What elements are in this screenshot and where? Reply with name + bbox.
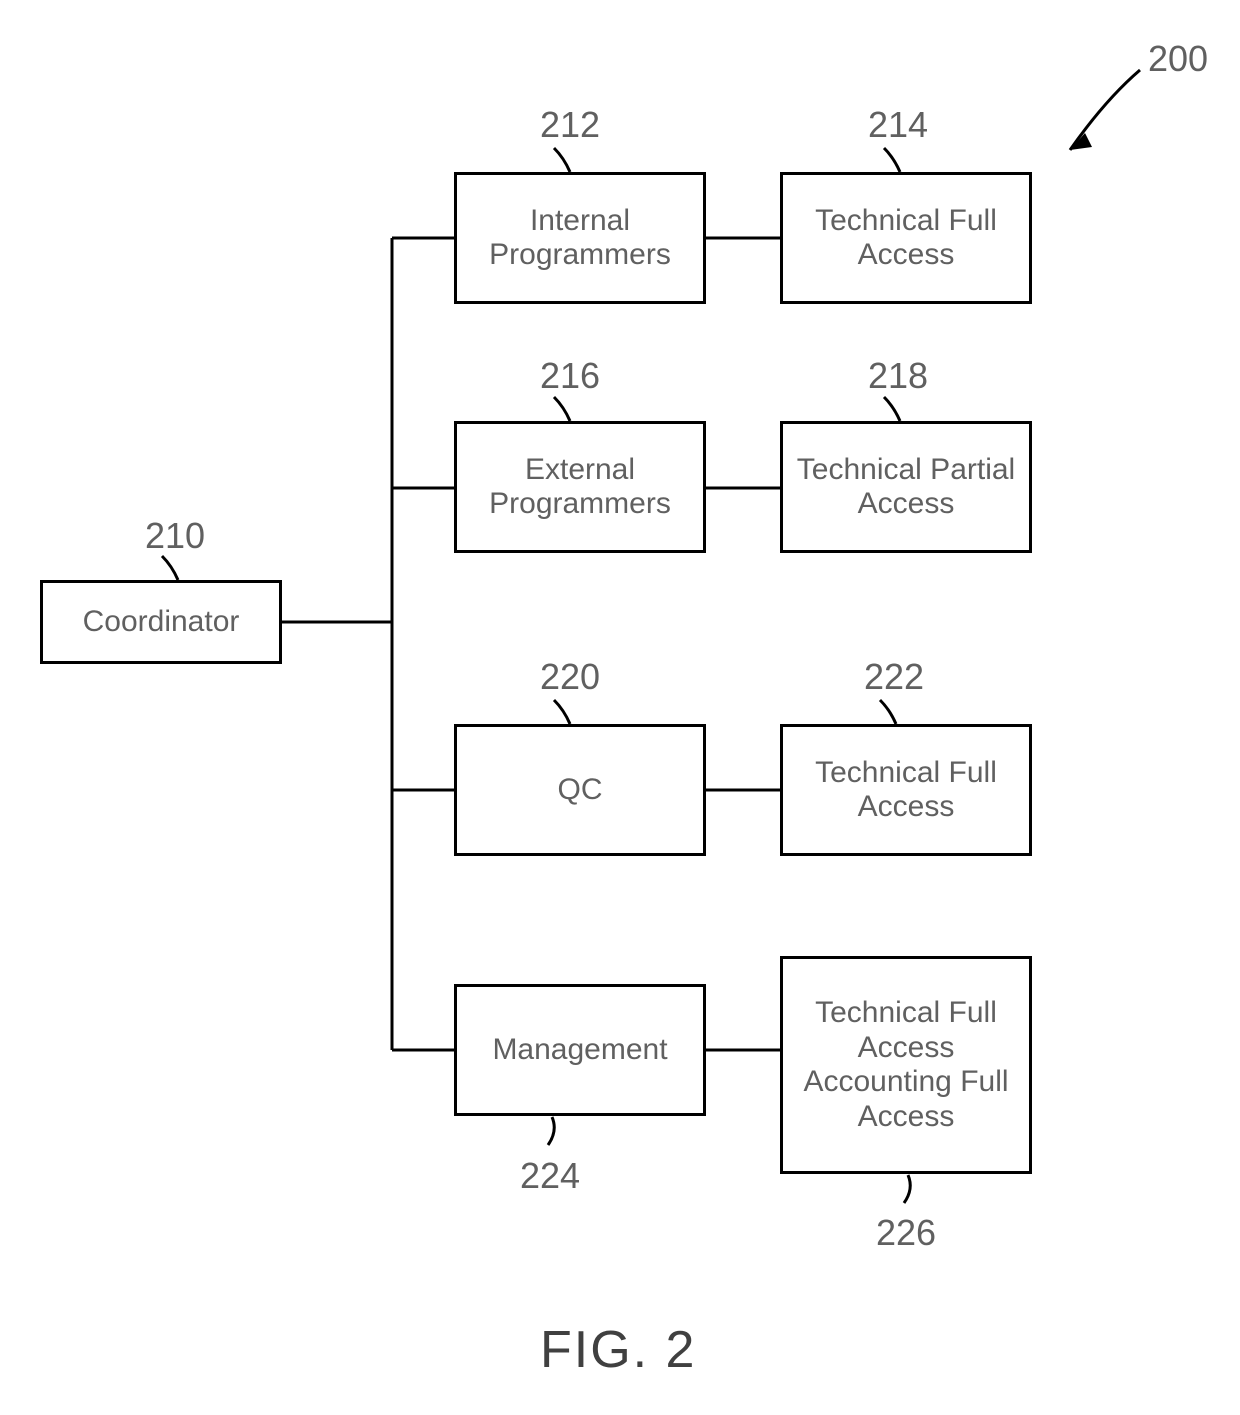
- box-management-access-text: Technical Full Access Accounting Full Ac…: [787, 996, 1025, 1134]
- box-internal-programmers-text: Internal Programmers: [461, 204, 699, 273]
- ref-218: 218: [868, 355, 928, 397]
- box-technical-partial: Technical Partial Access: [780, 421, 1032, 553]
- ref-216: 216: [540, 355, 600, 397]
- box-technical-full-access-2: Technical Full Access: [780, 724, 1032, 856]
- ref-224: 224: [520, 1155, 580, 1197]
- box-management-text: Management: [492, 1033, 667, 1068]
- ref-220: 220: [540, 656, 600, 698]
- diagram-canvas: Coordinator Internal Programmers Technic…: [0, 0, 1240, 1415]
- box-external-programmers: External Programmers: [454, 421, 706, 553]
- box-technical-partial-text: Technical Partial Access: [787, 453, 1025, 522]
- box-technical-full-access-2-text: Technical Full Access: [787, 756, 1025, 825]
- ref-210: 210: [145, 515, 205, 557]
- box-coordinator-text: Coordinator: [83, 605, 240, 640]
- ref-214: 214: [868, 104, 928, 146]
- box-coordinator: Coordinator: [40, 580, 282, 664]
- ref-226: 226: [876, 1212, 936, 1254]
- box-internal-programmers: Internal Programmers: [454, 172, 706, 304]
- ref-200: 200: [1148, 38, 1208, 80]
- ref-222: 222: [864, 656, 924, 698]
- box-qc-text: QC: [558, 773, 603, 808]
- box-technical-full-access-1: Technical Full Access: [780, 172, 1032, 304]
- box-management-access: Technical Full Access Accounting Full Ac…: [780, 956, 1032, 1174]
- box-external-programmers-text: External Programmers: [461, 453, 699, 522]
- box-qc: QC: [454, 724, 706, 856]
- overall-ref-arrow: [1045, 55, 1165, 175]
- ref-212: 212: [540, 104, 600, 146]
- box-technical-full-access-1-text: Technical Full Access: [787, 204, 1025, 273]
- box-management: Management: [454, 984, 706, 1116]
- figure-caption: FIG. 2: [540, 1320, 696, 1380]
